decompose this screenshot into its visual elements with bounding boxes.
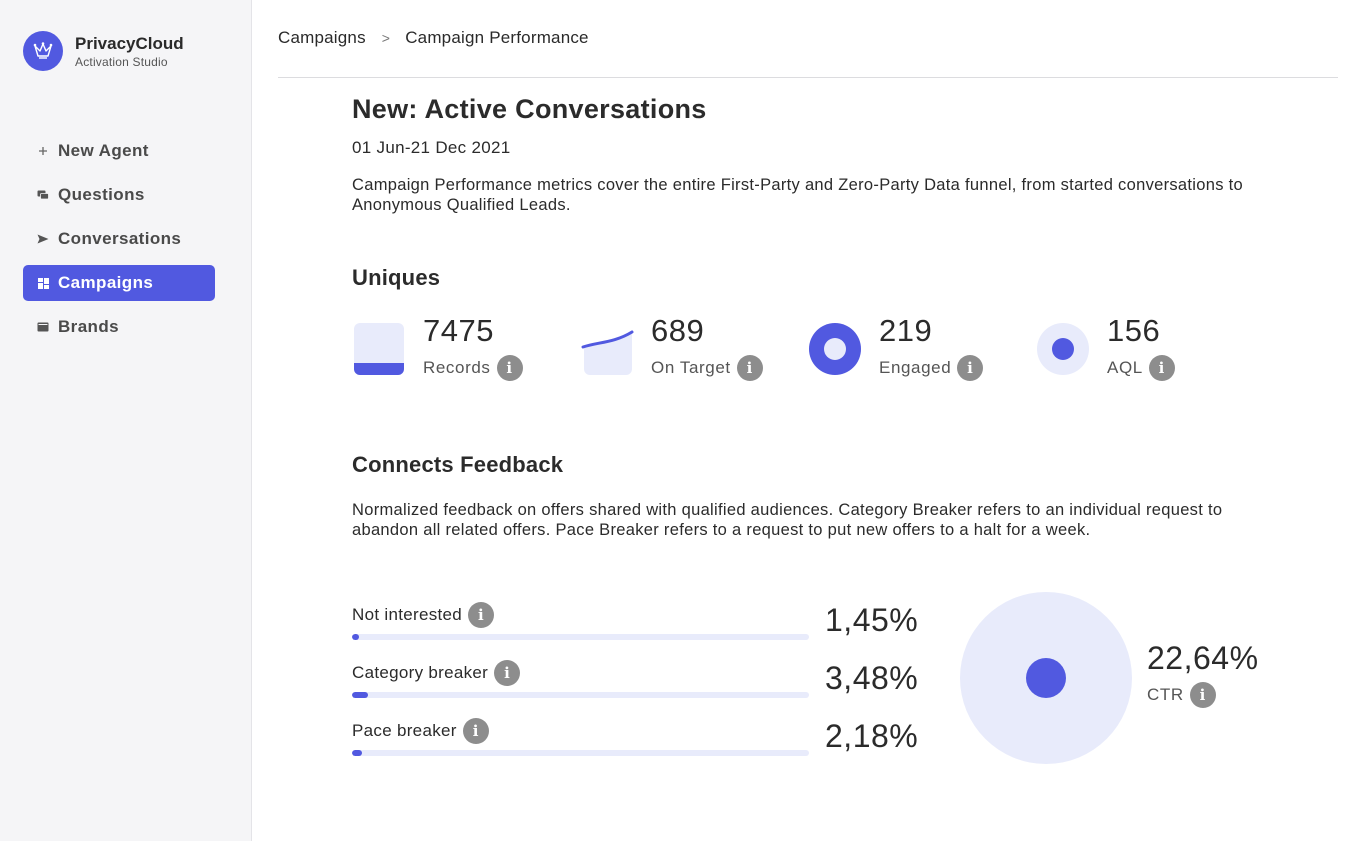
stat-label: Engaged	[879, 358, 952, 377]
chat-icon	[37, 189, 49, 201]
sidebar-nav: New Agent Questions Conversations Campai…	[23, 133, 215, 353]
bar-value: 3,48%	[825, 660, 919, 696]
bar-value: 2,18%	[825, 718, 919, 754]
feedback-bars: Not interested i 1,45% Category breaker i …	[352, 602, 932, 776]
feedback-row-pace-breaker: Pace breaker i 2,18%	[352, 718, 932, 776]
uniques-stats: 7475 Records i 689 On Target i 219 Engaged…	[352, 314, 1252, 384]
brand[interactable]: PrivacyCloud Activation Studio	[23, 31, 184, 71]
ctr-value: 22,64%	[1147, 640, 1259, 676]
progress-track	[352, 750, 809, 756]
brand-name: PrivacyCloud	[75, 33, 184, 53]
bar-label: Category breaker	[352, 663, 489, 682]
grid-icon	[37, 277, 49, 289]
sidebar-item-label: Questions	[58, 185, 145, 204]
info-icon[interactable]: i	[1189, 682, 1216, 708]
sidebar-item-label: Campaigns	[58, 273, 154, 292]
bar-label: Pace breaker	[352, 721, 457, 740]
stat-aql: 156 AQL i	[1036, 314, 1175, 381]
stat-value: 689	[651, 313, 705, 348]
feedback-row-not-interested: Not interested i 1,45%	[352, 602, 932, 660]
date-range: 01 Jun-21 Dec 2021	[352, 138, 511, 157]
breadcrumb-campaigns-link[interactable]: Campaigns	[278, 28, 366, 48]
progress-track	[352, 634, 809, 640]
brand-subtitle: Activation Studio	[75, 54, 168, 69]
campaign-header: New: Active Conversations 01 Jun-21 Dec …	[352, 93, 1272, 215]
sidebar-item-new-agent[interactable]: New Agent	[23, 133, 215, 169]
sidebar-item-brands[interactable]: Brands	[23, 309, 215, 345]
stat-label: On Target	[651, 358, 731, 377]
wallet-icon	[37, 321, 49, 333]
page-title: New: Active Conversations	[352, 94, 707, 124]
uniques-title: Uniques	[352, 265, 441, 290]
bar-value: 1,45%	[825, 602, 919, 638]
sidebar-item-questions[interactable]: Questions	[23, 177, 215, 213]
sidebar: PrivacyCloud Activation Studio New Agent…	[0, 0, 252, 841]
info-icon[interactable]: i	[468, 602, 495, 628]
sidebar-item-conversations[interactable]: Conversations	[23, 221, 215, 257]
sidebar-item-label: Conversations	[58, 229, 182, 248]
breadcrumb-current: Campaign Performance	[405, 28, 589, 47]
feedback-title: Connects Feedback	[352, 452, 564, 477]
stat-records: 7475 Records i	[352, 314, 523, 381]
stat-value: 156	[1107, 313, 1161, 348]
sidebar-item-campaigns[interactable]: Campaigns	[23, 265, 215, 301]
bar-label: Not interested	[352, 605, 463, 624]
sidebar-item-label: New Agent	[58, 141, 149, 160]
info-icon[interactable]: i	[957, 355, 984, 381]
chevron-right-icon: >	[381, 30, 391, 46]
stat-value: 7475	[423, 313, 494, 348]
ctr-widget: 22,64% CTR i	[960, 592, 1280, 764]
send-icon	[37, 233, 49, 245]
info-icon[interactable]: i	[494, 660, 521, 686]
info-icon[interactable]: i	[496, 355, 523, 381]
trend-icon	[581, 330, 634, 375]
feedback-row-category-breaker: Category breaker i 3,48%	[352, 660, 932, 718]
progress-fill	[352, 634, 359, 640]
dot-icon	[1037, 323, 1089, 375]
info-icon[interactable]: i	[736, 355, 763, 381]
progress-fill	[352, 750, 362, 756]
breadcrumb: Campaigns > Campaign Performance	[278, 28, 589, 48]
stat-engaged: 219 Engaged i	[808, 313, 984, 381]
stat-value: 219	[879, 313, 933, 348]
ctr-label: CTR	[1147, 685, 1184, 704]
info-icon[interactable]: i	[462, 718, 489, 744]
stat-label: Records	[423, 358, 491, 377]
info-icon[interactable]: i	[1148, 355, 1175, 381]
stat-on-target: 689 On Target i	[580, 314, 763, 381]
header-divider	[278, 77, 1338, 78]
crown-icon	[23, 31, 63, 71]
sidebar-item-label: Brands	[58, 317, 119, 336]
stat-label: AQL	[1107, 358, 1143, 377]
plus-icon	[37, 145, 49, 157]
progress-fill	[352, 692, 368, 698]
ring-icon	[809, 323, 861, 375]
ctr-dot	[1026, 658, 1066, 698]
progress-track	[352, 692, 809, 698]
feedback-description: Normalized feedback on offers shared wit…	[352, 501, 1223, 539]
page-description: Campaign Performance metrics cover the e…	[352, 176, 1244, 214]
records-icon	[354, 323, 404, 375]
